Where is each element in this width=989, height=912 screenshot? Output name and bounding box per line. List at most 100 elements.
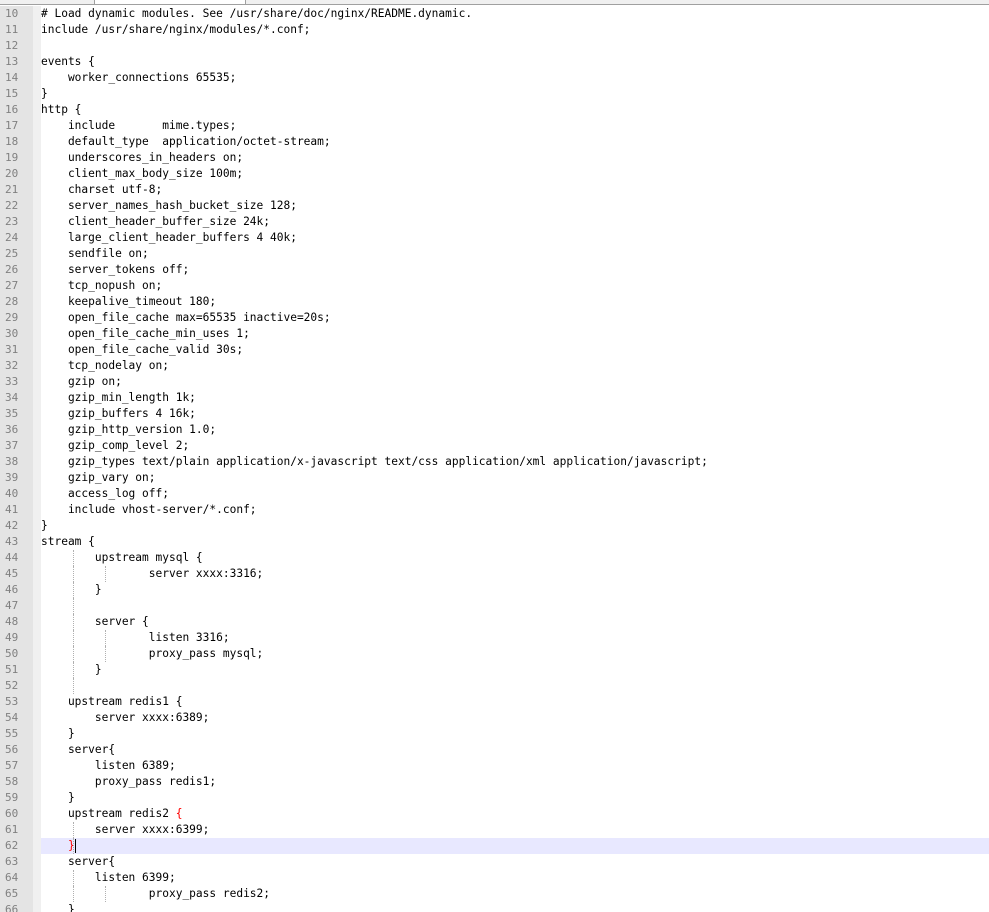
code-line[interactable]: 38 gzip_types text/plain application/x-j… bbox=[0, 454, 989, 470]
code-line[interactable]: 46 } bbox=[0, 582, 989, 598]
code-line[interactable]: 50 proxy_pass mysql; bbox=[0, 646, 989, 662]
fold-margin[interactable] bbox=[33, 534, 41, 550]
fold-margin[interactable] bbox=[33, 438, 41, 454]
code-line[interactable]: 52 bbox=[0, 678, 989, 694]
fold-margin[interactable] bbox=[33, 822, 41, 838]
code-line[interactable]: 20 client_max_body_size 100m; bbox=[0, 166, 989, 182]
fold-margin[interactable] bbox=[33, 742, 41, 758]
fold-margin[interactable] bbox=[33, 598, 41, 614]
fold-margin[interactable] bbox=[33, 454, 41, 470]
fold-margin[interactable] bbox=[33, 38, 41, 54]
code-line[interactable]: 56 server{ bbox=[0, 742, 989, 758]
code-line[interactable]: 58 proxy_pass redis1; bbox=[0, 774, 989, 790]
code-line[interactable]: 51 } bbox=[0, 662, 989, 678]
code-line[interactable]: 24 large_client_header_buffers 4 40k; bbox=[0, 230, 989, 246]
code-line[interactable]: 35 gzip_buffers 4 16k; bbox=[0, 406, 989, 422]
code-line[interactable]: 66 } bbox=[0, 902, 989, 912]
code-line[interactable]: 14 worker_connections 65535; bbox=[0, 70, 989, 86]
fold-margin[interactable] bbox=[33, 246, 41, 262]
code-line[interactable]: 40 access_log off; bbox=[0, 486, 989, 502]
fold-margin[interactable] bbox=[33, 310, 41, 326]
code-line[interactable]: 13 events { bbox=[0, 54, 989, 70]
text-editor[interactable]: 10 # Load dynamic modules. See /usr/share… bbox=[0, 0, 989, 912]
code-line[interactable]: 26 server_tokens off; bbox=[0, 262, 989, 278]
fold-margin[interactable] bbox=[33, 118, 41, 134]
code-line[interactable]: 47 bbox=[0, 598, 989, 614]
active-tab[interactable] bbox=[94, 0, 246, 4]
code-line[interactable]: 36 gzip_http_version 1.0; bbox=[0, 422, 989, 438]
code-line[interactable]: 30 open_file_cache_min_uses 1; bbox=[0, 326, 989, 342]
code-line[interactable]: 57 listen 6389; bbox=[0, 758, 989, 774]
fold-margin[interactable] bbox=[33, 614, 41, 630]
code-line[interactable]: 45 server xxxx:3316; bbox=[0, 566, 989, 582]
fold-margin[interactable] bbox=[33, 358, 41, 374]
fold-margin[interactable] bbox=[33, 646, 41, 662]
code-line[interactable]: 44 upstream mysql { bbox=[0, 550, 989, 566]
fold-margin[interactable] bbox=[33, 6, 41, 22]
fold-margin[interactable] bbox=[33, 406, 41, 422]
code-line[interactable]: 11 include /usr/share/nginx/modules/*.con… bbox=[0, 22, 989, 38]
fold-margin[interactable] bbox=[33, 518, 41, 534]
code-line[interactable]: 65 proxy_pass redis2; bbox=[0, 886, 989, 902]
code-line[interactable]: 42} bbox=[0, 518, 989, 534]
fold-margin[interactable] bbox=[33, 566, 41, 582]
fold-margin[interactable] bbox=[33, 342, 41, 358]
code-line[interactable]: 18 default_type application/octet-stream… bbox=[0, 134, 989, 150]
code-line[interactable]: 29 open_file_cache max=65535 inactive=20… bbox=[0, 310, 989, 326]
code-line[interactable]: 16 http { bbox=[0, 102, 989, 118]
code-line[interactable]: 31 open_file_cache_valid 30s; bbox=[0, 342, 989, 358]
code-line[interactable]: 33 gzip on; bbox=[0, 374, 989, 390]
code-line[interactable]: 15} bbox=[0, 86, 989, 102]
code-line[interactable]: 49 listen 3316; bbox=[0, 630, 989, 646]
fold-margin[interactable] bbox=[33, 582, 41, 598]
fold-margin[interactable] bbox=[33, 790, 41, 806]
fold-margin[interactable] bbox=[33, 470, 41, 486]
fold-margin[interactable] bbox=[33, 390, 41, 406]
fold-margin[interactable] bbox=[33, 150, 41, 166]
fold-margin[interactable] bbox=[33, 870, 41, 886]
fold-margin[interactable] bbox=[33, 70, 41, 86]
fold-margin[interactable] bbox=[33, 806, 41, 822]
code-line[interactable]: 54 server xxxx:6389; bbox=[0, 710, 989, 726]
fold-margin[interactable] bbox=[33, 758, 41, 774]
fold-margin[interactable] bbox=[33, 294, 41, 310]
fold-margin[interactable] bbox=[33, 422, 41, 438]
code-line[interactable]: 23 client_header_buffer_size 24k; bbox=[0, 214, 989, 230]
code-line[interactable]: 21 charset utf-8; bbox=[0, 182, 989, 198]
fold-margin[interactable] bbox=[33, 550, 41, 566]
fold-margin[interactable] bbox=[33, 886, 41, 902]
fold-margin[interactable] bbox=[33, 214, 41, 230]
code-line[interactable]: 10 # Load dynamic modules. See /usr/share… bbox=[0, 6, 989, 22]
fold-margin[interactable] bbox=[33, 774, 41, 790]
fold-margin[interactable] bbox=[33, 374, 41, 390]
code-line[interactable]: 28 keepalive_timeout 180; bbox=[0, 294, 989, 310]
code-line[interactable]: 59 } bbox=[0, 790, 989, 806]
fold-margin[interactable] bbox=[33, 902, 41, 912]
fold-margin[interactable] bbox=[33, 134, 41, 150]
code-line[interactable]: 60 upstream redis2 { bbox=[0, 806, 989, 822]
fold-margin[interactable] bbox=[33, 182, 41, 198]
fold-margin[interactable] bbox=[33, 662, 41, 678]
fold-margin[interactable] bbox=[33, 486, 41, 502]
code-line[interactable]: 41 include vhost-server/*.conf; bbox=[0, 502, 989, 518]
fold-margin[interactable] bbox=[33, 102, 41, 118]
code-line[interactable]: 62 } bbox=[0, 838, 989, 854]
code-line[interactable]: 22 server_names_hash_bucket_size 128; bbox=[0, 198, 989, 214]
code-line[interactable]: 48 server { bbox=[0, 614, 989, 630]
fold-margin[interactable] bbox=[33, 854, 41, 870]
code-line[interactable]: 25 sendfile on; bbox=[0, 246, 989, 262]
code-line[interactable]: 53 upstream redis1 { bbox=[0, 694, 989, 710]
code-line[interactable]: 63 server{ bbox=[0, 854, 989, 870]
fold-margin[interactable] bbox=[33, 278, 41, 294]
code-line[interactable]: 27 tcp_nopush on; bbox=[0, 278, 989, 294]
fold-margin[interactable] bbox=[33, 678, 41, 694]
code-line[interactable]: 32 tcp_nodelay on; bbox=[0, 358, 989, 374]
code-line[interactable]: 19 underscores_in_headers on; bbox=[0, 150, 989, 166]
fold-margin[interactable] bbox=[33, 262, 41, 278]
fold-margin[interactable] bbox=[33, 838, 41, 854]
code-line[interactable]: 55 } bbox=[0, 726, 989, 742]
fold-margin[interactable] bbox=[33, 630, 41, 646]
fold-margin[interactable] bbox=[33, 326, 41, 342]
fold-margin[interactable] bbox=[33, 710, 41, 726]
code-line[interactable]: 34 gzip_min_length 1k; bbox=[0, 390, 989, 406]
